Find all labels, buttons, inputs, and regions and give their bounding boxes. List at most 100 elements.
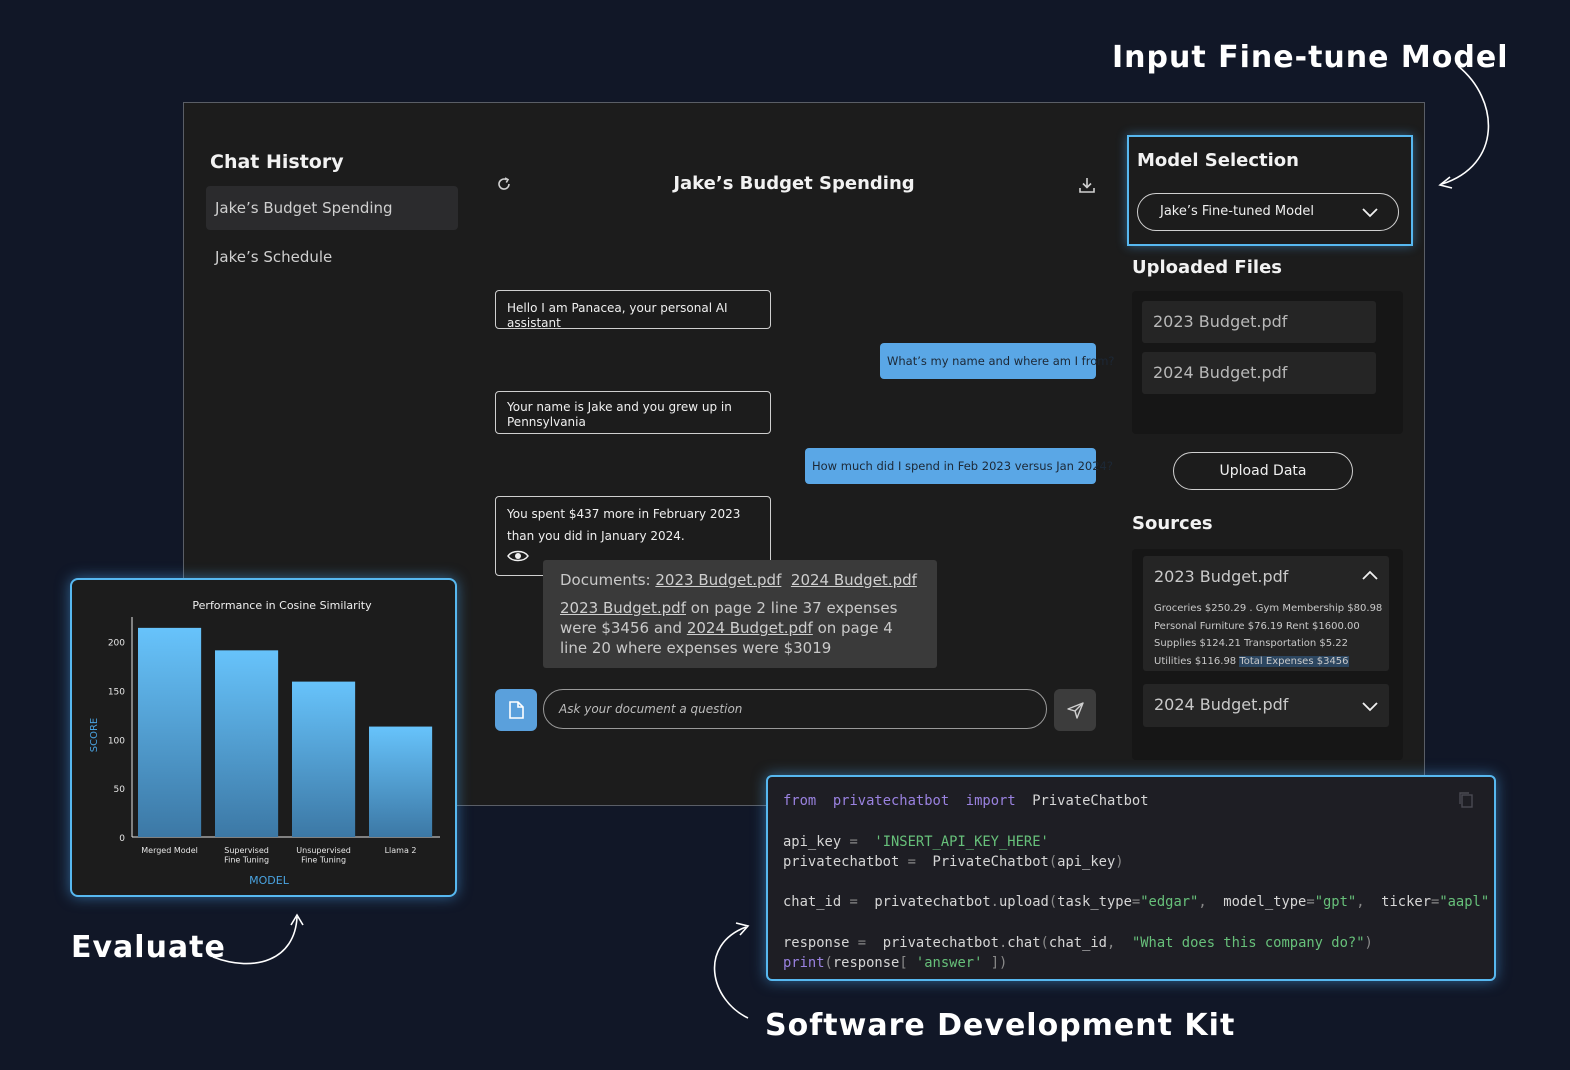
- sources-list: 2023 Budget.pdf Groceries $250.29 . Gym …: [1132, 549, 1403, 760]
- code-token: =: [1131, 894, 1141, 911]
- source-item-expanded[interactable]: 2023 Budget.pdf Groceries $250.29 . Gym …: [1143, 556, 1389, 671]
- model-selection-panel: Model Selection Jake’s Fine-tuned Model: [1127, 135, 1413, 246]
- evaluation-chart-card: Performance in Cosine Similarity SCORE M…: [70, 578, 457, 897]
- code-token: upload: [998, 894, 1049, 911]
- code-token: response: [832, 955, 900, 972]
- code-token: ticker: [1364, 894, 1431, 911]
- download-icon[interactable]: [1078, 176, 1096, 194]
- code-token: (: [1048, 853, 1058, 870]
- popup-doc-link[interactable]: 2023 Budget.pdf: [655, 571, 781, 589]
- curved-arrow-icon: [212, 913, 304, 965]
- chevron-down-icon: [1362, 208, 1378, 218]
- chart-x-tick-label: Unsupervised: [296, 846, 351, 855]
- code-token: =: [857, 935, 867, 952]
- chart-bar: [138, 627, 202, 837]
- code-line: api_key = 'INSERT_API_KEY_HERE': [783, 832, 1489, 852]
- code-token: privatechatbot: [866, 935, 999, 952]
- code-token: "gpt": [1314, 894, 1357, 911]
- code-token: =: [849, 894, 858, 911]
- code-token: response: [783, 935, 858, 952]
- uploaded-file-item[interactable]: 2023 Budget.pdf: [1142, 301, 1376, 343]
- model-select[interactable]: Jake’s Fine-tuned Model: [1137, 193, 1399, 231]
- send-icon: [1067, 702, 1084, 719]
- code-token: model_type: [1206, 894, 1307, 911]
- chart-y-tick-label: 150: [108, 687, 125, 697]
- chart-bar: [369, 726, 433, 837]
- code-token: ,: [1198, 894, 1207, 911]
- code-token: (: [1040, 935, 1049, 952]
- copy-icon[interactable]: [1458, 791, 1474, 809]
- curved-arrow-icon: [713, 922, 750, 1019]
- code-token: ,: [1356, 894, 1365, 911]
- document-icon: [509, 701, 524, 719]
- code-token: api_key: [783, 833, 850, 850]
- uploaded-files-list: 2023 Budget.pdf 2024 Budget.pdf: [1132, 291, 1403, 434]
- assistant-message-text: You spent $437 more in February 2023 tha…: [507, 507, 741, 543]
- annotation-sdk: Software Development Kit: [765, 1008, 1236, 1043]
- code-token: import: [965, 793, 1016, 809]
- code-token: chat_id: [783, 894, 850, 911]
- chart-x-tick-label: Fine Tuning: [301, 856, 346, 865]
- user-message: How much did I spend in Feb 2023 versus …: [805, 448, 1113, 484]
- code-token: [: [899, 955, 908, 972]
- source-item-collapsed[interactable]: 2024 Budget.pdf: [1143, 684, 1389, 727]
- annotation-evaluate: Evaluate: [71, 930, 226, 965]
- chart-y-tick-label: 0: [119, 834, 125, 844]
- code-token: .: [990, 894, 999, 911]
- code-token: 'answer': [907, 955, 991, 972]
- popup-documents-label: Documents:: [560, 571, 651, 589]
- chevron-down-icon[interactable]: [1362, 702, 1378, 712]
- chart-x-axis-label: MODEL: [249, 874, 290, 887]
- sidebar-item-budget-spending[interactable]: Jake’s Budget Spending: [206, 186, 458, 230]
- code-line: from privatechatbot import PrivateChatbo…: [783, 791, 1489, 811]
- chart-y-tick-label: 100: [108, 736, 125, 746]
- source-name: 2024 Budget.pdf: [1154, 695, 1289, 714]
- model-selection-title: Model Selection: [1137, 150, 1299, 171]
- code-token: ): [1364, 935, 1373, 952]
- popup-citation: 2023 Budget.pdf on page 2 line 37 expens…: [560, 598, 920, 658]
- send-button[interactable]: [1054, 689, 1096, 731]
- chart-title: Performance in Cosine Similarity: [192, 599, 372, 612]
- upload-data-button[interactable]: Upload Data: [1173, 452, 1353, 490]
- model-select-value: Jake’s Fine-tuned Model: [1160, 204, 1314, 219]
- code-token: privatechatbot: [857, 894, 991, 911]
- chat-title: Jake’s Budget Spending: [673, 173, 915, 194]
- code-token: "What does this company do?": [1131, 935, 1365, 952]
- chart-y-tick-label: 200: [108, 639, 125, 649]
- attach-document-button[interactable]: [495, 689, 537, 731]
- assistant-message: Your name is Jake and you grew up in Pen…: [495, 391, 771, 434]
- code-token: (: [1048, 894, 1058, 911]
- code-token: PrivateChatbot: [915, 853, 1049, 870]
- code-token: =: [1306, 894, 1315, 911]
- chart-bars: Merged Model SupervisedFine TuningUnsuper…: [138, 627, 433, 865]
- chart-y-tick-label: 50: [114, 785, 126, 795]
- curved-arrow-icon: [1438, 65, 1490, 189]
- sidebar-item-schedule[interactable]: Jake’s Schedule: [206, 235, 458, 279]
- source-popup: Documents: 2023 Budget.pdf 2024 Budget.p…: [543, 560, 937, 668]
- code-line: print(response[ 'answer' ]): [783, 953, 1489, 973]
- popup-ref-link[interactable]: 2024 Budget.pdf: [687, 619, 813, 637]
- code-token: 'INSERT_API_KEY_HERE': [874, 833, 1049, 850]
- code-token: "aapl": [1439, 894, 1490, 911]
- uploaded-file-item[interactable]: 2024 Budget.pdf: [1142, 352, 1376, 394]
- sdk-code-card: from privatechatbot import PrivateChatbo…: [766, 775, 1496, 981]
- eye-icon[interactable]: [507, 549, 529, 563]
- code-line: response = privatechatbot.chat(chat_id, …: [783, 933, 1489, 953]
- chat-input[interactable]: Ask your document a question: [543, 689, 1047, 729]
- chart-bar: [215, 650, 279, 837]
- chart-x-tick-label: Merged Model: [141, 846, 198, 855]
- chart-bar: [292, 681, 356, 837]
- popup-doc-link[interactable]: 2024 Budget.pdf: [791, 571, 917, 589]
- user-message: What’s my name and where am I from?: [880, 343, 1115, 379]
- code-token: =: [907, 853, 916, 870]
- code-token: chat_id: [1048, 935, 1107, 952]
- refresh-icon[interactable]: [496, 176, 512, 192]
- popup-ref-link[interactable]: 2023 Budget.pdf: [560, 599, 686, 617]
- chevron-up-icon[interactable]: [1362, 570, 1378, 580]
- code-line: privatechatbot = PrivateChatbot(api_key): [783, 852, 1489, 872]
- source-highlight: Total Expenses $3456: [1239, 655, 1349, 667]
